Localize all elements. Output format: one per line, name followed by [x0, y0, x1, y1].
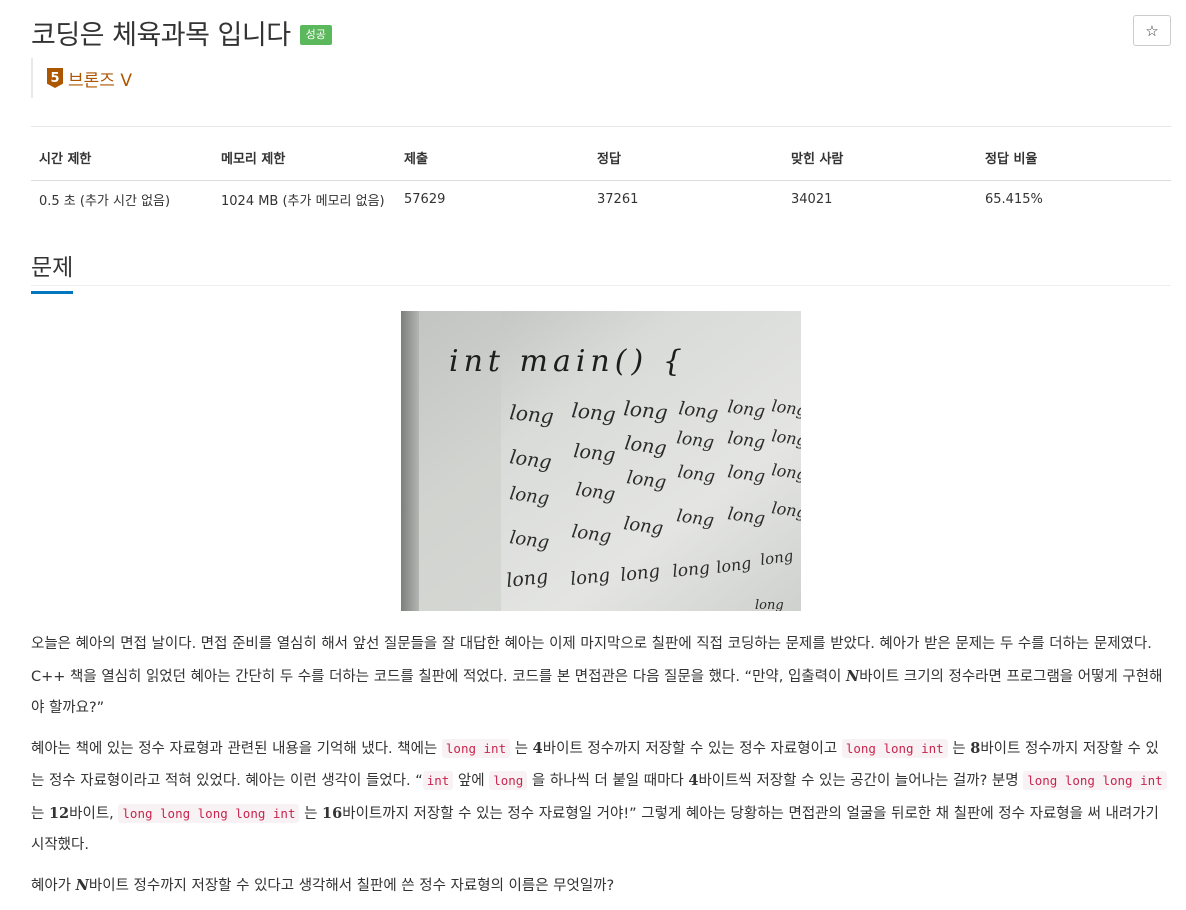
- long-word: long: [619, 561, 661, 586]
- ratio-value: 65.415%: [985, 191, 1043, 207]
- accepted-value: 37261: [597, 191, 639, 207]
- code-long-long-long-long-int: long long long long int: [118, 803, 300, 823]
- divider: [31, 126, 1171, 127]
- info-value-row: 0.5 초 (추가 시간 없음) 1024 MB (추가 메모리 없음) 576…: [31, 181, 1171, 218]
- header-submissions: 제출: [396, 144, 589, 181]
- title-row: 코딩은 체육과목 입니다 성공: [31, 14, 332, 51]
- memory-limit-value: 1024 MB (추가 메모리 없음): [221, 193, 385, 209]
- long-word: long: [508, 400, 554, 428]
- header-accepted: 정답: [589, 144, 783, 181]
- code-long-long-long-int: long long long int: [1023, 771, 1167, 790]
- math-variable-n: N: [75, 876, 89, 894]
- description-paragraph-3: 혜아가 N바이트 정수까지 저장할 수 있다고 생각해서 칠판에 쓴 정수 자료…: [31, 876, 615, 894]
- tier-label[interactable]: 브론즈 V: [68, 66, 132, 91]
- problem-info-table: 시간 제한 메모리 제한 제출 정답 맞힌 사람 정답 비율 0.5 초 (추가…: [31, 144, 1171, 217]
- description-paragraph-1: 오늘은 혜아의 면접 날이다. 면접 준비를 열심히 해서 앞선 질문들을 잘 …: [31, 636, 1163, 716]
- bronze-tier-icon: 5: [47, 68, 63, 88]
- info-header-row: 시간 제한 메모리 제한 제출 정답 맞힌 사람 정답 비율: [31, 144, 1171, 181]
- whiteboard-photo: int main() { long long long long long lo…: [401, 311, 801, 611]
- long-word: long: [572, 440, 616, 466]
- whiteboard-code-line: int main() {: [449, 344, 687, 379]
- long-word: long: [755, 598, 784, 611]
- section-title-problem: 문제: [31, 248, 74, 294]
- problem-title: 코딩은 체육과목 입니다: [31, 19, 291, 51]
- code-long-int: long int: [441, 738, 511, 758]
- code-long-long-int: long long int: [841, 738, 948, 758]
- long-word: long: [505, 566, 549, 592]
- section-divider: [31, 285, 1171, 286]
- long-word: long: [569, 565, 611, 590]
- code-long: long: [489, 771, 528, 790]
- long-word: long: [671, 558, 711, 582]
- star-button[interactable]: ☆: [1133, 15, 1171, 46]
- header-solvers: 맞힌 사람: [783, 144, 977, 181]
- tier-box: 5 브론즈 V: [31, 58, 132, 98]
- problem-description: 오늘은 혜아의 면접 날이다. 면접 준비를 열심히 해서 앞선 질문들을 잘 …: [31, 629, 1171, 910]
- status-badge: 성공: [299, 25, 332, 45]
- solvers-value: 34021: [791, 191, 833, 207]
- header-time-limit: 시간 제한: [31, 144, 213, 181]
- long-word: long: [570, 398, 616, 426]
- math-variable-n: N: [845, 667, 860, 685]
- star-icon: ☆: [1145, 21, 1159, 40]
- header-memory-limit: 메모리 제한: [213, 144, 396, 181]
- header-ratio: 정답 비율: [977, 144, 1171, 181]
- long-word: long: [622, 396, 668, 424]
- code-int: int: [422, 771, 454, 790]
- time-limit-value: 0.5 초 (추가 시간 없음): [39, 193, 171, 209]
- submissions-value: 57629: [404, 191, 446, 207]
- description-paragraph-2: 혜아는 책에 있는 정수 자료형과 관련된 내용을 기억해 냈다. 책에는 lo…: [31, 733, 1171, 862]
